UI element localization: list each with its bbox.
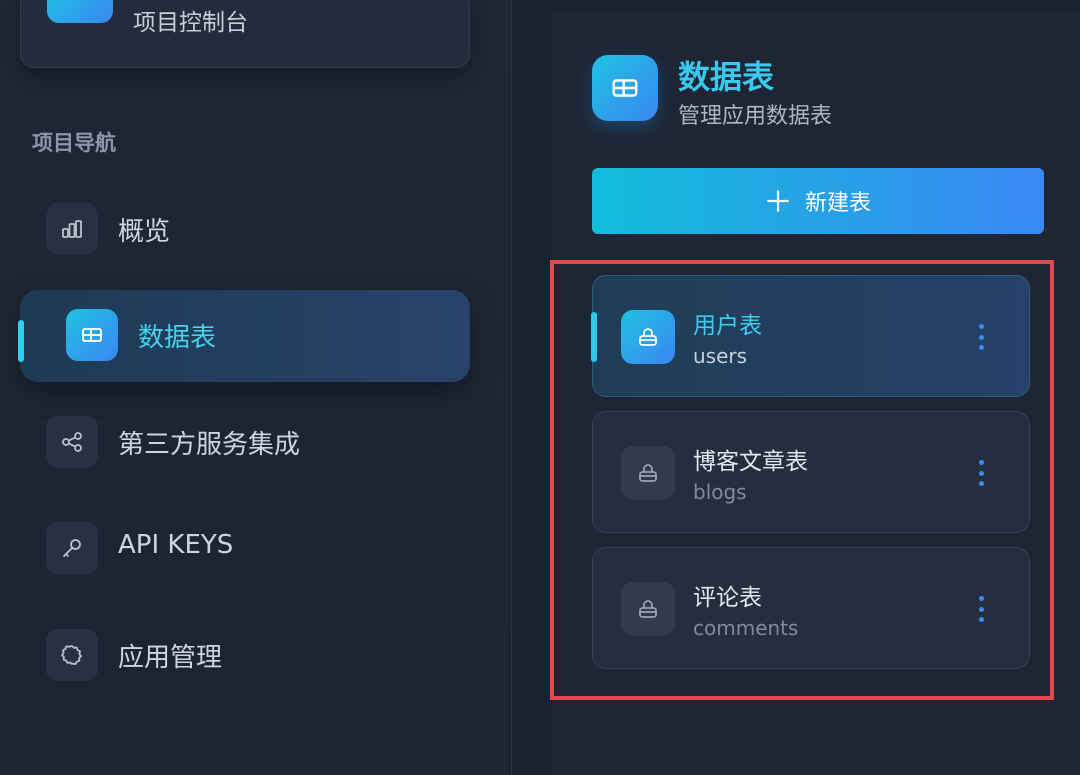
table-item-blogs[interactable]: 博客文章表 blogs	[592, 411, 1030, 533]
more-options-icon[interactable]	[971, 456, 991, 490]
active-indicator	[591, 312, 597, 362]
sidebar-item-tables[interactable]: 数据表	[18, 290, 470, 382]
plus-icon	[765, 188, 791, 214]
nav-heading: 项目导航	[32, 131, 116, 155]
page-title: 数据表	[678, 58, 775, 96]
sidebar-item-label: API KEYS	[118, 530, 234, 560]
active-indicator	[18, 320, 24, 362]
sidebar-item-label: 概览	[118, 217, 171, 247]
tables-panel: 数据表 管理应用数据表 新建表 用户表 users 博客文章表 blogs 评论…	[550, 10, 1080, 775]
sidebar-item-label: 数据表	[138, 323, 217, 353]
gear-icon	[46, 629, 98, 681]
table-item-users[interactable]: 用户表 users	[591, 275, 1030, 397]
table-icon	[66, 309, 118, 361]
table-item-comments[interactable]: 评论表 comments	[592, 547, 1030, 669]
new-table-button[interactable]: 新建表	[592, 168, 1044, 234]
table-slug: comments	[693, 616, 799, 640]
project-title: 项目控制台	[133, 10, 248, 36]
app-root: 项目控制台 项目导航 概览 数据表 第三方服务集成 API KEYS 应用管理 …	[0, 0, 1080, 775]
more-options-icon[interactable]	[971, 320, 991, 354]
page-subtitle: 管理应用数据表	[678, 104, 833, 129]
database-icon	[621, 446, 675, 500]
table-slug: users	[693, 344, 748, 368]
sidebar-item-overview[interactable]: 概览	[20, 184, 470, 276]
database-icon	[621, 582, 675, 636]
project-card[interactable]: 项目控制台	[20, 0, 470, 68]
table-name: 博客文章表	[693, 449, 808, 475]
table-slug: blogs	[693, 480, 747, 504]
sidebar-item-label: 应用管理	[118, 643, 223, 673]
bar-chart-icon	[46, 203, 98, 255]
sidebar: 项目控制台 项目导航 概览 数据表 第三方服务集成 API KEYS 应用管理	[0, 0, 512, 775]
share-icon	[46, 416, 98, 468]
sidebar-item-app-management[interactable]: 应用管理	[20, 610, 470, 702]
sidebar-item-api-keys[interactable]: API KEYS	[20, 503, 470, 595]
database-icon	[621, 310, 675, 364]
new-table-label: 新建表	[804, 191, 871, 216]
key-icon	[46, 522, 98, 574]
sidebar-item-label: 第三方服务集成	[118, 430, 301, 460]
sidebar-item-integrations[interactable]: 第三方服务集成	[20, 397, 470, 489]
table-name: 评论表	[693, 585, 762, 611]
table-icon	[592, 55, 658, 121]
table-name: 用户表	[693, 313, 762, 339]
project-logo-icon	[47, 0, 113, 23]
more-options-icon[interactable]	[971, 592, 991, 626]
